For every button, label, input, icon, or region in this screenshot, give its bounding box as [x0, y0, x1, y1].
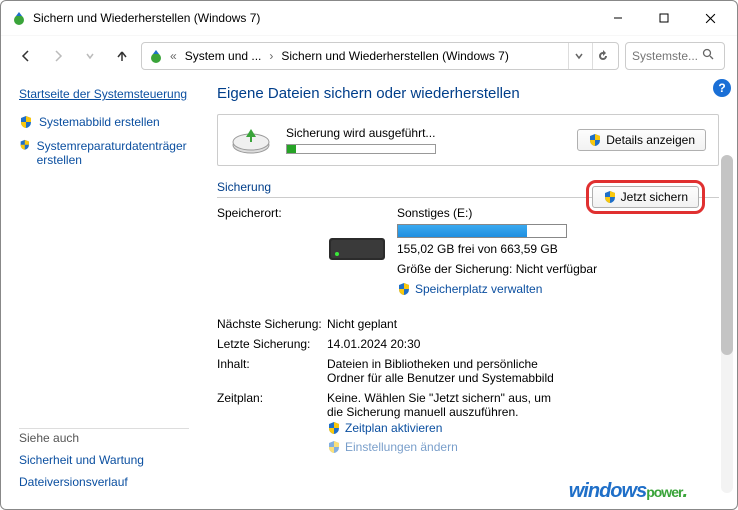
- window-title: Sichern und Wiederherstellen (Windows 7): [33, 11, 595, 25]
- minimize-button[interactable]: [595, 3, 641, 33]
- search-input[interactable]: [632, 49, 702, 63]
- row-val: Dateien in Bibliotheken und persönliche …: [327, 357, 557, 385]
- app-icon: [11, 10, 27, 26]
- sidebar-item-create-image[interactable]: Systemabbild erstellen: [39, 115, 160, 129]
- progress-bar: [286, 144, 436, 154]
- maximize-button[interactable]: [641, 3, 687, 33]
- refresh-icon[interactable]: [592, 43, 612, 69]
- address-bar[interactable]: « System und ... › Sichern und Wiederher…: [141, 42, 619, 70]
- drive-running-icon: [230, 125, 272, 155]
- scrollbar-thumb[interactable]: [721, 155, 733, 355]
- see-also-security[interactable]: Sicherheit und Wartung: [19, 453, 199, 467]
- chevron-right-icon: «: [168, 49, 179, 63]
- row-key: Inhalt:: [217, 357, 327, 371]
- shield-icon: [327, 421, 341, 435]
- shield-icon: [603, 190, 617, 204]
- page-title: Eigene Dateien sichern oder wiederherste…: [217, 85, 719, 102]
- row-val: Nicht geplant: [327, 317, 719, 331]
- location-label: Speicherort:: [217, 206, 327, 220]
- details-button[interactable]: Details anzeigen: [577, 129, 706, 151]
- see-also-label: Siehe auch: [19, 431, 199, 445]
- shield-icon: [19, 115, 33, 129]
- address-icon: [148, 48, 164, 64]
- highlighted-backup-now: Jetzt sichern: [586, 180, 705, 214]
- recent-dropdown[interactable]: [77, 42, 103, 70]
- breadcrumb[interactable]: Sichern und Wiederherstellen (Windows 7): [279, 49, 510, 63]
- backup-now-button[interactable]: Jetzt sichern: [592, 186, 699, 208]
- shield-icon: [397, 282, 411, 296]
- backup-now-label: Jetzt sichern: [621, 190, 688, 204]
- status-text: Sicherung wird ausgeführt...: [286, 126, 563, 140]
- shield-icon: [327, 440, 341, 454]
- row-val: Keine. Wählen Sie "Jetzt sichern" aus, u…: [327, 391, 567, 419]
- shield-icon: [588, 133, 602, 147]
- row-key: Letzte Sicherung:: [217, 337, 327, 351]
- disk-free-text: 155,02 GB frei von 663,59 GB: [397, 242, 719, 256]
- breadcrumb[interactable]: System und ...: [183, 49, 264, 63]
- row-val: 14.01.2024 20:30: [327, 337, 719, 351]
- manage-space-link[interactable]: Speicherplatz verwalten: [397, 282, 542, 296]
- manage-space-label: Speicherplatz verwalten: [415, 282, 542, 296]
- chevron-down-icon[interactable]: [568, 43, 588, 69]
- search-icon[interactable]: [702, 48, 714, 63]
- help-icon[interactable]: ?: [713, 79, 731, 97]
- see-also-file-history[interactable]: Dateiversionsverlauf: [19, 475, 199, 489]
- backup-size-text: Größe der Sicherung: Nicht verfügbar: [397, 262, 719, 276]
- close-button[interactable]: [687, 3, 733, 33]
- chevron-right-icon: ›: [267, 49, 275, 63]
- hdd-icon: [327, 230, 387, 266]
- backup-status-box: Sicherung wird ausgeführt... Details anz…: [217, 114, 719, 166]
- sidebar-item-create-repair-disc[interactable]: Systemreparaturdatenträger erstellen: [37, 139, 201, 167]
- row-key: Nächste Sicherung:: [217, 317, 327, 331]
- details-button-label: Details anzeigen: [606, 133, 695, 147]
- disk-usage-bar: [397, 224, 567, 238]
- search-box[interactable]: [625, 42, 725, 70]
- activate-schedule-label: Zeitplan aktivieren: [345, 421, 442, 435]
- up-button[interactable]: [109, 42, 135, 70]
- change-settings-label: Einstellungen ändern: [345, 440, 458, 454]
- vertical-scrollbar[interactable]: [721, 155, 733, 493]
- control-panel-home-link[interactable]: Startseite der Systemsteuerung: [19, 87, 201, 101]
- row-key: Zeitplan:: [217, 391, 327, 405]
- forward-button[interactable]: [45, 42, 71, 70]
- change-settings-link[interactable]: Einstellungen ändern: [327, 440, 458, 454]
- back-button[interactable]: [13, 42, 39, 70]
- shield-icon: [19, 139, 31, 153]
- activate-schedule-link[interactable]: Zeitplan aktivieren: [327, 421, 442, 435]
